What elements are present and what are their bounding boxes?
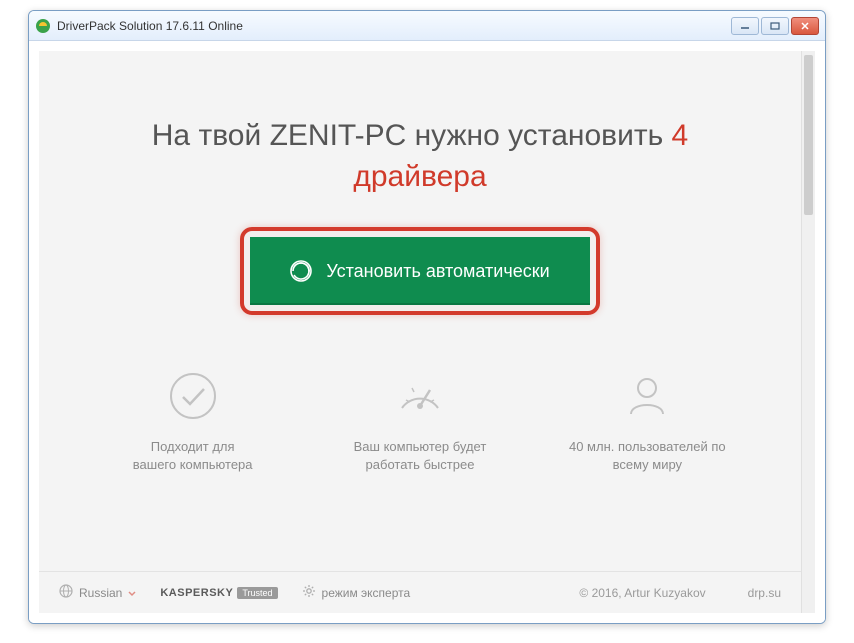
user-icon bbox=[621, 370, 673, 422]
feature-text-3b: всему миру bbox=[542, 456, 752, 474]
feature-faster: Ваш компьютер будет работать быстрее bbox=[315, 370, 525, 474]
trusted-badge: Trusted bbox=[237, 587, 277, 599]
globe-icon bbox=[59, 584, 73, 601]
driver-word: драйвера bbox=[353, 160, 486, 193]
install-button-label: Установить автоматически bbox=[326, 261, 549, 282]
checkmark-circle-icon bbox=[167, 370, 219, 422]
driver-count: 4 bbox=[672, 119, 689, 152]
maximize-button[interactable] bbox=[761, 17, 789, 35]
scrollbar-thumb[interactable] bbox=[804, 55, 813, 215]
content-inner: На твой ZENIT-PC нужно установить 4 драй… bbox=[39, 51, 801, 613]
close-button[interactable] bbox=[791, 17, 819, 35]
feature-text-1a: Подходит для bbox=[88, 438, 298, 456]
maximize-icon bbox=[770, 22, 780, 30]
close-icon bbox=[800, 22, 810, 30]
copyright: © 2016, Artur Kuzyakov bbox=[579, 586, 705, 600]
site-link[interactable]: drp.su bbox=[748, 586, 781, 600]
language-selector[interactable]: Russian bbox=[59, 584, 136, 601]
feature-compatible: Подходит для вашего компьютера bbox=[88, 370, 298, 474]
headline-prefix: На твой ZENIT-PC нужно установить bbox=[152, 119, 672, 152]
install-auto-button[interactable]: Установить автоматически bbox=[250, 237, 590, 305]
chevron-down-icon bbox=[128, 586, 136, 600]
expert-mode-toggle[interactable]: режим эксперта bbox=[302, 584, 411, 601]
kaspersky-trusted-badge: KASPERSKY Trusted bbox=[160, 587, 277, 599]
titlebar: DriverPack Solution 17.6.11 Online bbox=[29, 11, 825, 41]
footer: Russian KASPERSKY Trusted режим эксперта bbox=[39, 571, 801, 613]
feature-users: 40 млн. пользователей по всему миру bbox=[542, 370, 752, 474]
kaspersky-brand: KASPERSKY bbox=[160, 587, 233, 599]
minimize-icon bbox=[740, 22, 750, 30]
feature-text-3a: 40 млн. пользователей по bbox=[542, 438, 752, 456]
minimize-button[interactable] bbox=[731, 17, 759, 35]
window-title: DriverPack Solution 17.6.11 Online bbox=[57, 19, 731, 33]
main-content: На твой ZENIT-PC нужно установить 4 драй… bbox=[29, 41, 825, 623]
driverpack-logo-icon bbox=[290, 260, 312, 282]
install-highlight: Установить автоматически bbox=[240, 227, 600, 315]
feature-text-2a: Ваш компьютер будет bbox=[315, 438, 525, 456]
language-label: Russian bbox=[79, 586, 122, 600]
features-row: Подходит для вашего компьютера Ваш компь… bbox=[39, 370, 801, 474]
feature-text-1b: вашего компьютера bbox=[88, 456, 298, 474]
app-window: DriverPack Solution 17.6.11 Online На тв… bbox=[28, 10, 826, 624]
gear-icon bbox=[302, 584, 316, 601]
install-button-wrap: Установить автоматически bbox=[39, 227, 801, 315]
speedometer-icon bbox=[394, 370, 446, 422]
headline: На твой ZENIT-PC нужно установить 4 драй… bbox=[39, 116, 801, 197]
expert-mode-label: режим эксперта bbox=[322, 586, 411, 600]
app-icon bbox=[35, 18, 51, 34]
feature-text-2b: работать быстрее bbox=[315, 456, 525, 474]
window-controls bbox=[731, 17, 819, 35]
scrollbar[interactable] bbox=[801, 51, 815, 613]
